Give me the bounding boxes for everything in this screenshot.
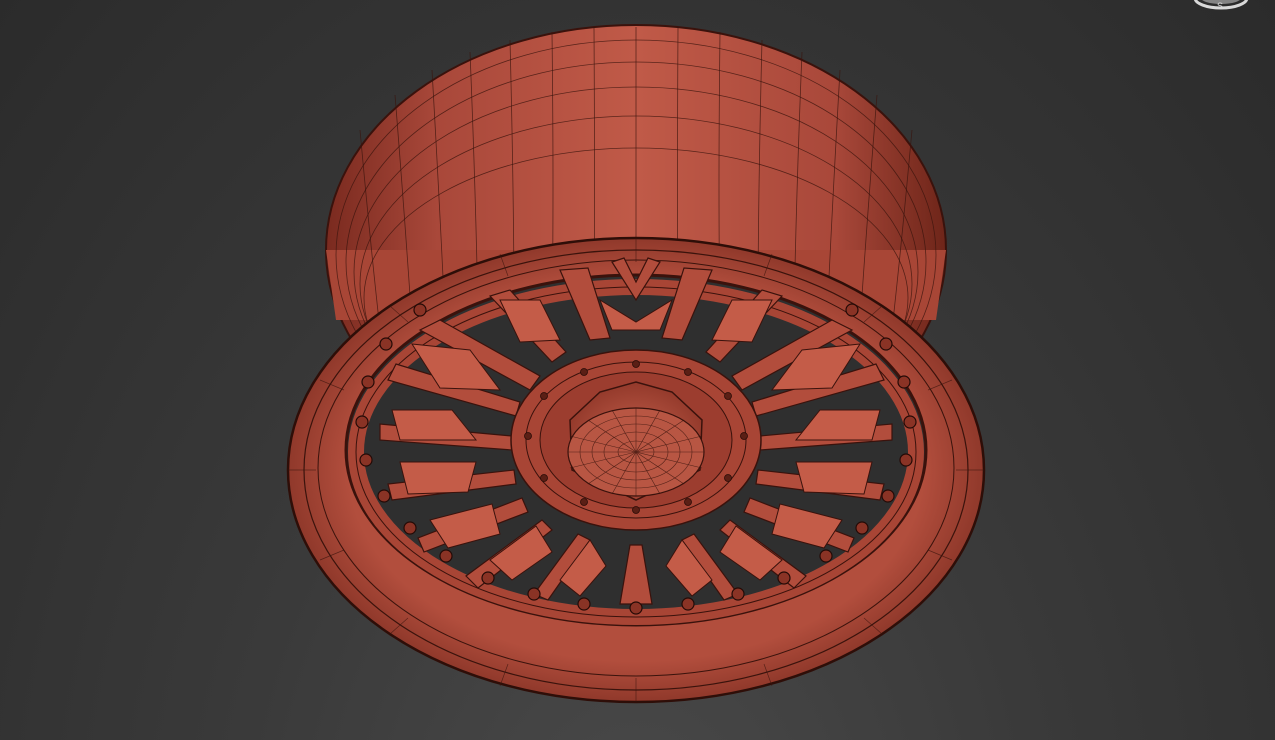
viewcube-south-label: S bbox=[1216, 1, 1223, 11]
wheel-rim-mesh[interactable] bbox=[0, 0, 1275, 740]
3d-viewport[interactable]: S bbox=[0, 0, 1275, 740]
